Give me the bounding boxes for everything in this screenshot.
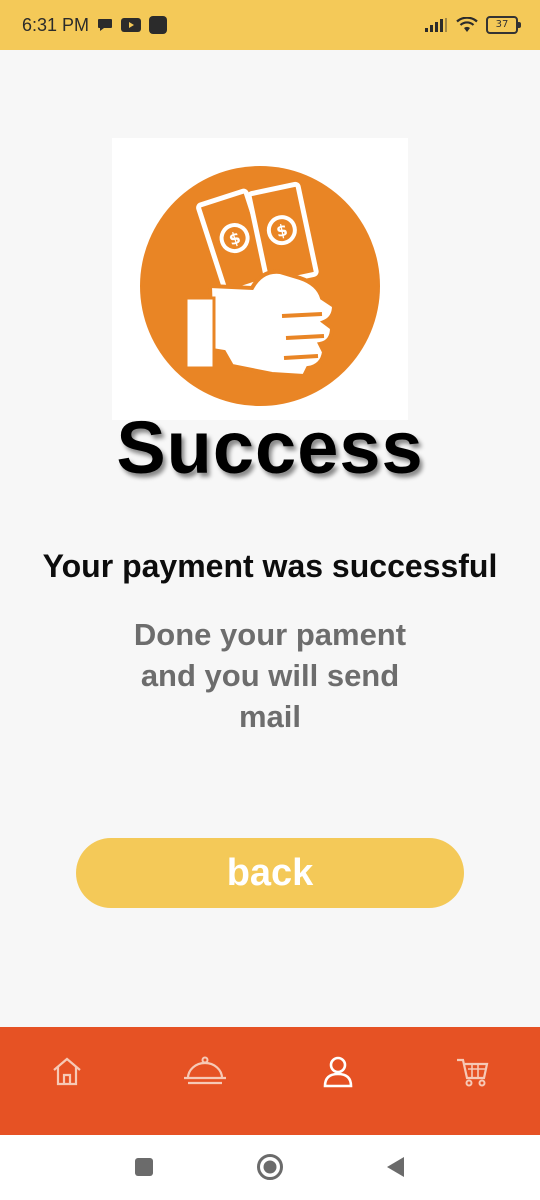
back-icon[interactable] xyxy=(384,1155,406,1179)
home-icon xyxy=(53,1057,81,1086)
signal-icon xyxy=(425,18,447,32)
nav-cart[interactable] xyxy=(452,1051,492,1091)
system-nav-bar xyxy=(0,1135,540,1200)
payment-heading: Your payment was successful xyxy=(42,548,498,584)
app-icon xyxy=(149,16,168,34)
chat-bubble-icon xyxy=(98,19,113,31)
youtube-icon xyxy=(121,18,142,32)
user-icon xyxy=(323,1056,353,1088)
nav-profile[interactable] xyxy=(318,1051,358,1091)
recents-icon[interactable] xyxy=(134,1157,154,1177)
status-bar: 6:31 PM 37 xyxy=(0,0,540,50)
wifi-icon xyxy=(456,17,478,32)
status-time: 6:31 PM xyxy=(22,14,90,35)
cart-icon xyxy=(457,1058,489,1087)
bottom-nav xyxy=(0,1027,540,1135)
money-in-hand-icon: $ $ xyxy=(140,166,380,406)
battery-icon: 37 xyxy=(486,16,521,34)
status-left: 6:31 PM xyxy=(22,14,168,36)
nav-menu[interactable] xyxy=(182,1051,228,1091)
success-title: Success xyxy=(116,406,424,489)
back-button[interactable]: back xyxy=(76,838,464,908)
status-right: 37 xyxy=(424,16,521,34)
nav-home[interactable] xyxy=(47,1051,87,1091)
hero-illustration: $ $ xyxy=(112,138,408,420)
payment-subtext: Done your pament and you will send mail xyxy=(133,617,407,734)
home-icon[interactable] xyxy=(256,1153,284,1181)
food-tray-icon xyxy=(184,1056,226,1085)
battery-level: 37 xyxy=(495,19,509,30)
